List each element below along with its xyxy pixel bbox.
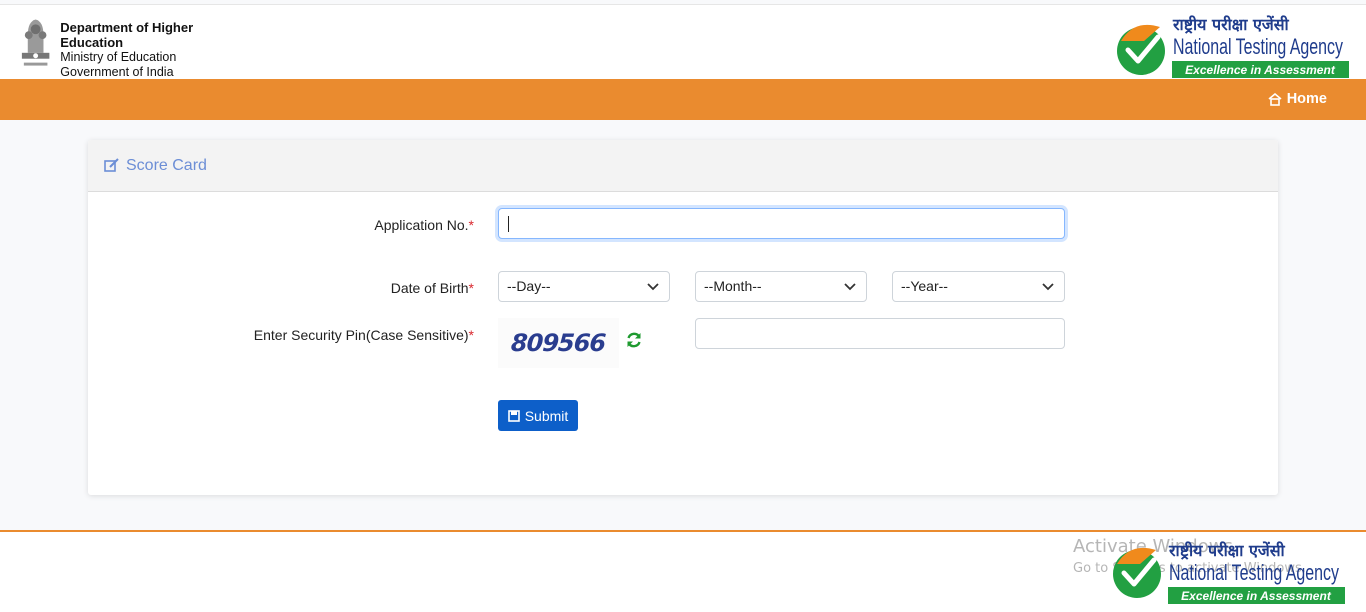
chevron-down-icon [647,283,659,291]
security-pin-input[interactable] [695,318,1065,349]
footer-nta-hindi-name: राष्ट्रीय परीक्षा एजेंसी [1168,541,1286,560]
year-select[interactable]: --Year-- [892,271,1065,302]
refresh-captcha-icon[interactable] [625,331,643,349]
chevron-down-icon [1042,283,1054,291]
security-pin-label: Enter Security Pin(Case Sensitive)* [253,327,474,343]
national-emblem-icon [21,19,50,66]
text-caret [508,216,509,232]
month-select[interactable]: --Month-- [695,271,867,302]
home-icon [1268,92,1282,106]
ministry-name: Ministry of Education [60,50,177,64]
home-label: Home [1286,91,1327,107]
edit-icon [104,158,119,172]
site-header: Department of Higher Education Ministry … [0,4,1366,79]
nta-hindi-name: राष्ट्रीय परीक्षा एजेंसी [1172,15,1290,34]
footer-nta-logo: राष्ट्रीय परीक्षा एजेंसी National Testin… [1113,541,1345,604]
captcha-image: 809566 [498,318,619,368]
top-navbar: Home [0,79,1366,120]
card-header: Score Card [88,140,1278,192]
dhe-logo-block: Department of Higher Education Ministry … [16,13,256,79]
score-card-panel: Score Card Application No.* Date of Birt… [88,140,1278,495]
government-name: Government of India [60,65,174,79]
nta-logo[interactable]: राष्ट्रीय परीक्षा एजेंसी National Testin… [1116,13,1352,81]
day-select[interactable]: --Day-- [498,271,670,302]
chevron-down-icon [844,283,856,291]
footer-nta-tagline: Excellence in Assessment [1181,589,1332,603]
nta-english-name: National Testing Agency [1173,34,1343,59]
card-title: Score Card [126,156,207,174]
submit-button[interactable]: Submit [498,400,578,431]
submit-label: Submit [524,407,569,424]
dob-label: Date of Birth* [390,280,474,296]
application-no-input[interactable] [498,208,1065,239]
dhe-title: Department of Higher Education [60,20,194,50]
save-icon [507,409,520,422]
home-link[interactable]: Home [1268,91,1327,107]
captcha-text: 809566 [510,329,607,357]
application-no-label: Application No.* [374,217,474,233]
footer-nta-english-name: National Testing Agency [1169,560,1339,585]
nta-tagline: Excellence in Assessment [1185,63,1336,77]
